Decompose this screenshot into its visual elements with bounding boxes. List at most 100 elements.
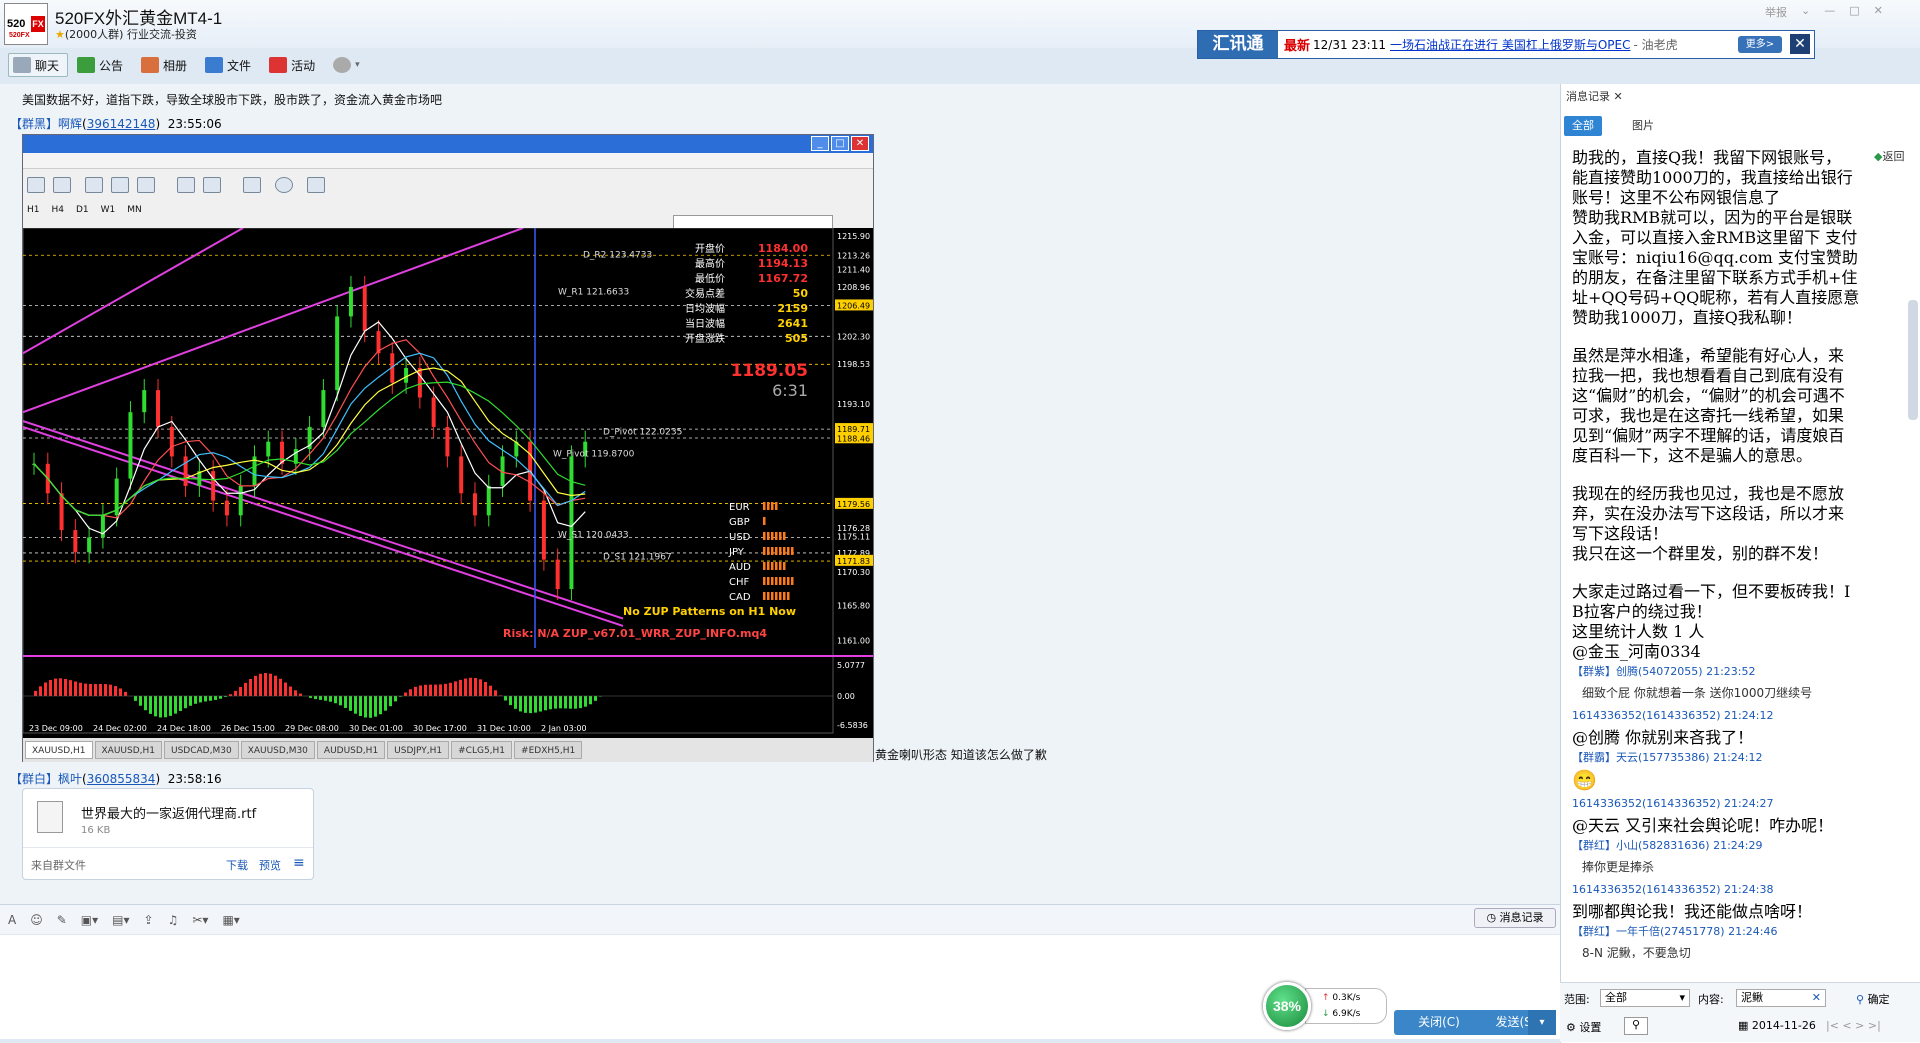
news-author: - 油老虎: [1633, 38, 1678, 52]
oscillator-bar: [284, 682, 287, 696]
chart-tab[interactable]: USDCAD,M30: [164, 741, 239, 759]
download-link[interactable]: 下载: [226, 857, 248, 873]
news-headline-link[interactable]: 一场石油战正在进行 美国杠上俄罗斯与OPEC: [1390, 36, 1630, 53]
preview-link[interactable]: 预览: [259, 857, 281, 873]
oscillator-bar: [169, 696, 172, 716]
tab-files[interactable]: 文件: [200, 53, 260, 77]
emoji-icon[interactable]: ☺: [30, 913, 43, 927]
upload-icon[interactable]: ⇪: [144, 913, 154, 927]
sender-id-link[interactable]: 396142148: [87, 117, 156, 131]
font-icon[interactable]: A: [8, 913, 16, 927]
history-text-small: 捧你更是捧杀: [1582, 860, 1655, 874]
strength-bar: [763, 562, 766, 570]
confirm-button[interactable]: ⚲ 确定: [1856, 991, 1890, 1007]
maximize-button[interactable]: □: [1849, 4, 1859, 20]
chart-tab[interactable]: #EDXH5,H1: [514, 741, 583, 759]
chart-tab[interactable]: AUDUSD,H1: [316, 741, 386, 759]
minimize-button[interactable]: —: [1824, 4, 1835, 20]
sender-id-link-2[interactable]: 360855834: [87, 772, 156, 786]
chart-tab[interactable]: XAUUSD,M30: [240, 741, 315, 759]
scrollbar[interactable]: [1908, 300, 1918, 420]
mt4-toolbar: [23, 173, 873, 233]
filter-all[interactable]: 全部: [1564, 116, 1602, 136]
network-speed: ↑ 0.3K/s ↓ 6.9K/s: [1305, 988, 1387, 1024]
oscillator-bar: [489, 685, 492, 696]
oscillator-bar: [314, 696, 317, 700]
strength-bar: [771, 502, 774, 510]
oscillator-bar: [59, 678, 62, 696]
oscillator-bar: [449, 682, 452, 696]
search-toggle-icon[interactable]: ⚲: [1624, 1017, 1648, 1035]
strength-bar: [763, 592, 766, 600]
mt4-titlebar: [23, 135, 873, 153]
report-button[interactable]: 举报: [1765, 4, 1787, 20]
filter-images[interactable]: 图片: [1624, 116, 1662, 136]
news-more-button[interactable]: 更多>: [1738, 36, 1782, 53]
pen-icon[interactable]: ✎: [57, 913, 67, 927]
mt4-chart-screenshot[interactable]: _ □ ✕ H1 H4 D1 W1 MN 1215.90 1213.26 1211.40 12…: [22, 134, 874, 762]
oscillator-bar: [369, 696, 372, 718]
chart-tab[interactable]: XAUUSD,H1: [94, 741, 162, 759]
music-icon[interactable]: ♫: [168, 913, 179, 927]
content-label: 内容:: [1698, 993, 1724, 1006]
history-text: 这里统计人数 1 人: [1572, 622, 1705, 641]
chart-tab[interactable]: XAUUSD,H1: [25, 741, 93, 759]
oscillator-bar: [94, 684, 97, 696]
photo-icon: [141, 57, 160, 73]
risk-label: Risk: N/A ZUP_v67.01_WRR_ZUP_INFO.mq4: [503, 627, 767, 640]
close-window-button[interactable]: ✕: [1874, 4, 1883, 20]
oscillator-bar: [164, 696, 167, 718]
history-text: B拉客户的绕过我！: [1572, 602, 1712, 621]
oscillator-bar: [89, 684, 92, 696]
oscillator-bar: [539, 696, 542, 712]
tab-activity[interactable]: 活动: [264, 53, 324, 77]
price-tick-label: 1198.53: [837, 360, 870, 369]
strength-bar: [783, 547, 786, 555]
oscillator-bar: [479, 679, 482, 696]
close-chat-button[interactable]: 关闭(C): [1394, 1010, 1484, 1035]
panel-tab[interactable]: 消息记录 ✕: [1566, 88, 1623, 104]
settings-link[interactable]: ⚙ 设置: [1566, 1019, 1601, 1035]
tab-announcement[interactable]: 公告: [72, 53, 132, 77]
range-select[interactable]: 全部 ▾: [1600, 989, 1690, 1007]
scissors-icon[interactable]: ✂▾: [192, 913, 208, 927]
history-text: 入金，可以直接入金RMB这里留下 支付: [1572, 228, 1858, 247]
news-close-button[interactable]: ✕: [1790, 34, 1810, 54]
strength-bar: [767, 502, 770, 510]
message-history-button[interactable]: ◷ 消息记录: [1474, 908, 1556, 928]
history-text: 我现在的经历我也见过，我也是不愿放: [1572, 484, 1845, 503]
chart-line-icon: [53, 177, 71, 193]
currency-label: GBP: [729, 517, 750, 528]
strength-bar: [775, 502, 778, 510]
oscillator-bar: [414, 686, 417, 696]
message-sender: 【群黑】啊辉(396142148) 23:55:06: [10, 117, 222, 131]
close-icon[interactable]: ✕: [1614, 90, 1623, 103]
menu-icon[interactable]: ≡: [293, 855, 305, 871]
oscillator-bar: [579, 696, 582, 709]
tab-album[interactable]: 相册: [136, 53, 196, 77]
history-text: 这“偏财”的机会，“偏财”的机会可遇不: [1572, 386, 1845, 405]
strength-bar: [779, 577, 782, 585]
file-card[interactable]: 世界最大的一家返佣代理商.rtf 16 KB 来自群文件 下载 预览 ≡: [22, 788, 314, 880]
page-nav[interactable]: |< < > >|: [1826, 1019, 1881, 1032]
chart-tab[interactable]: USDJPY,H1: [387, 741, 450, 759]
settings-button[interactable]: ▾: [328, 53, 369, 77]
strength-bar: [783, 562, 786, 570]
more-icon[interactable]: ▦▾: [222, 913, 239, 927]
network-accelerator-ball[interactable]: 38%: [1263, 982, 1311, 1030]
info-label: 开盘价: [695, 242, 725, 255]
dropdown-icon[interactable]: ⌄: [1801, 4, 1810, 20]
tab-chat[interactable]: 聊天: [8, 53, 69, 77]
chart-bar-icon: [27, 177, 45, 193]
strength-bar: [791, 577, 794, 585]
chart-tab[interactable]: #CLG5,H1: [451, 741, 513, 759]
send-options-dropdown[interactable]: ▾: [1528, 1010, 1556, 1035]
content-search-input[interactable]: 泥鳅 ✕: [1736, 989, 1826, 1007]
image-icon[interactable]: ▣▾: [81, 913, 98, 927]
divider: [23, 847, 313, 848]
picture-icon[interactable]: ▤▾: [112, 913, 129, 927]
oscillator-bar: [564, 696, 567, 709]
date-picker[interactable]: ▦ 2014-11-26: [1738, 1019, 1816, 1032]
oscillator-bar: [204, 696, 207, 702]
mt4-minimize: _: [811, 136, 829, 151]
